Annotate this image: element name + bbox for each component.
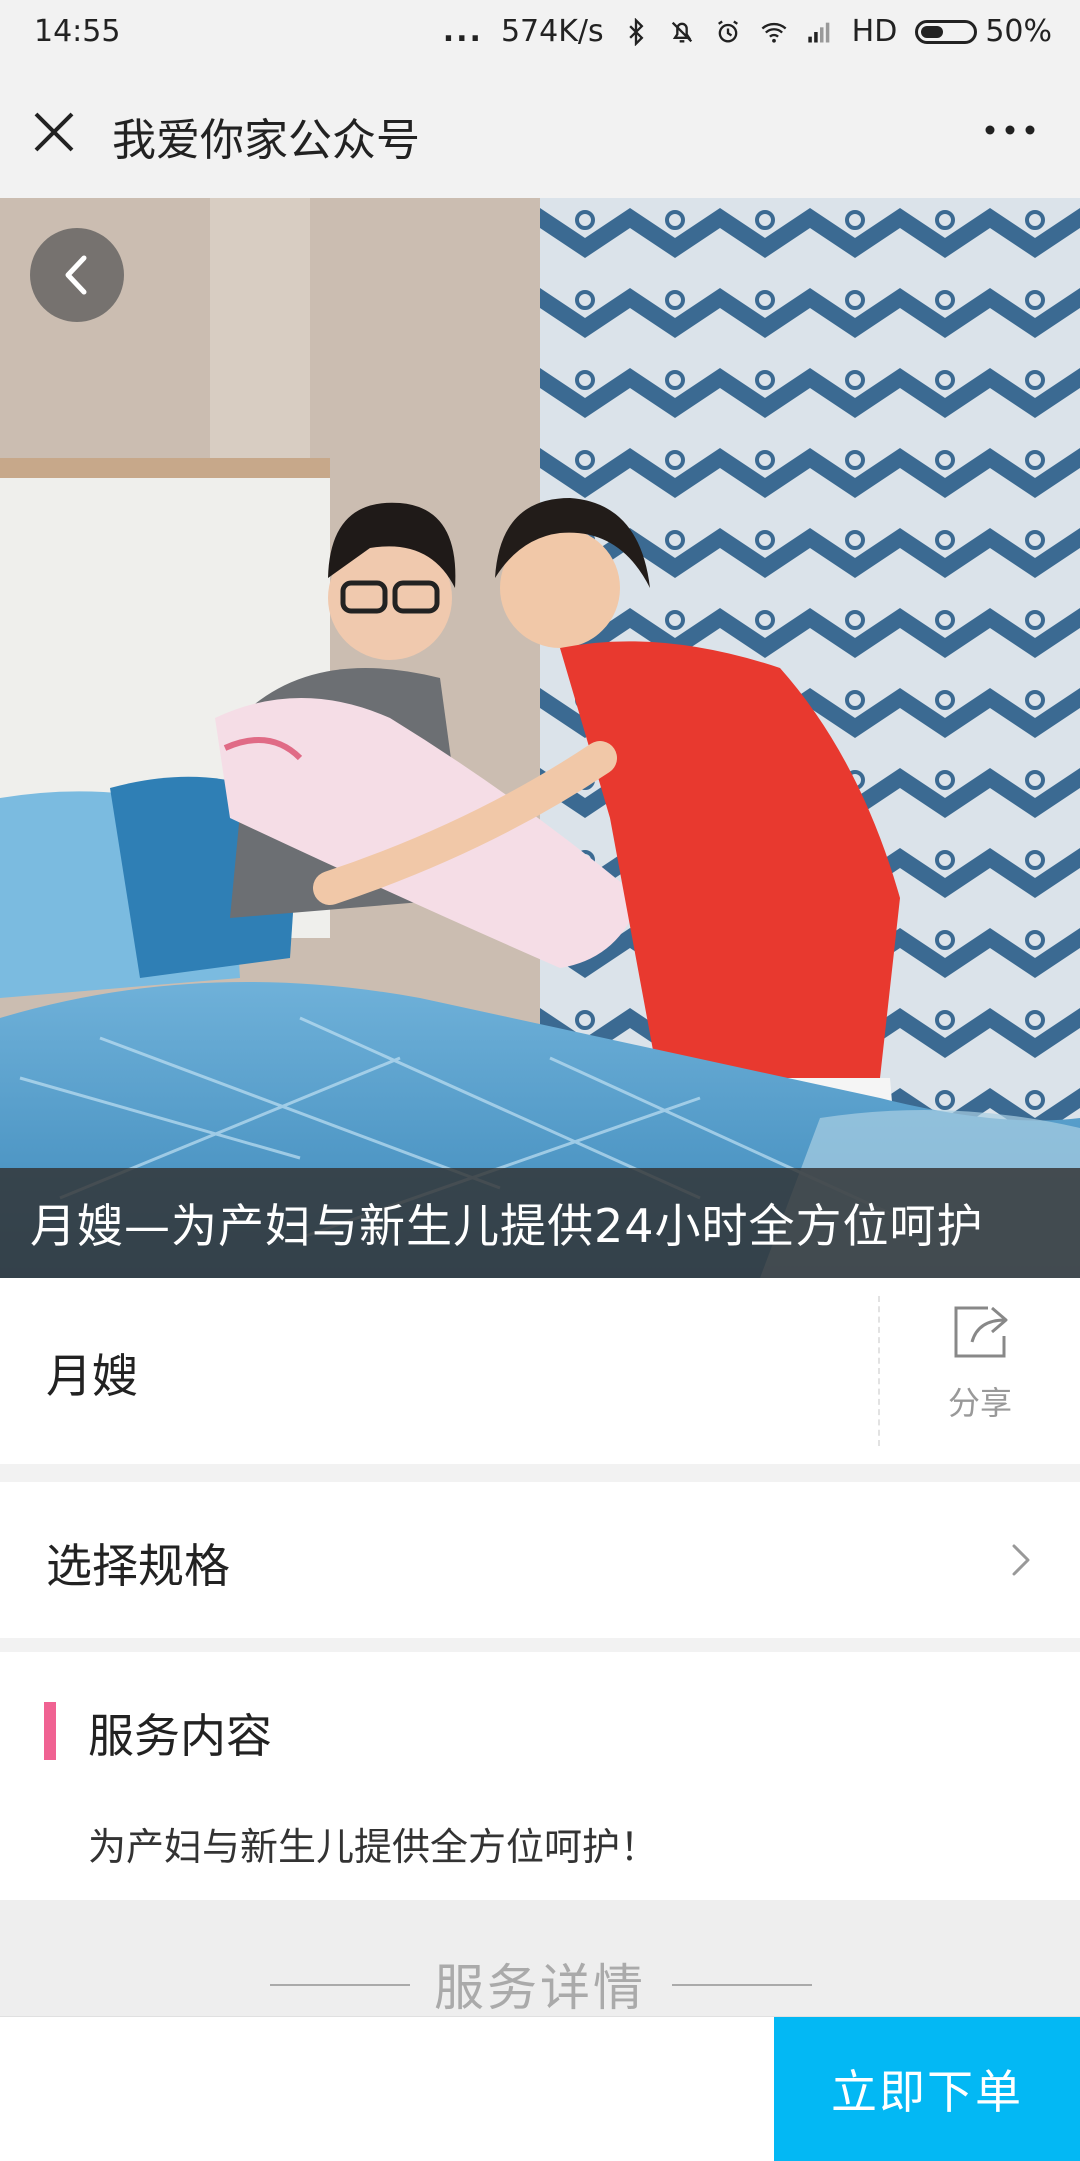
share-label: 分享	[947, 1384, 1012, 1422]
nav-bar: 我爱你家公众号	[0, 66, 1080, 199]
battery-icon	[915, 19, 978, 44]
order-now-button[interactable]: 立即下单	[774, 2017, 1080, 2161]
close-icon[interactable]	[28, 106, 80, 158]
battery-indicator: 50%	[915, 14, 1052, 49]
hero-banner: 月嫂—为产妇与新生儿提供24小时全方位呵护	[0, 198, 1080, 1278]
network-speed: 574K/s	[500, 14, 604, 49]
page-title: 我爱你家公众号	[112, 115, 420, 166]
alarm-icon	[717, 20, 738, 43]
back-button[interactable]	[30, 228, 124, 322]
section-accent-bar	[44, 1702, 56, 1760]
service-details-header: 服务详情	[0, 1900, 1080, 2018]
share-divider	[878, 1296, 880, 1446]
select-spec-row[interactable]: 选择规格	[0, 1482, 1080, 1638]
battery-fill	[921, 25, 944, 38]
share-icon	[954, 1306, 1008, 1358]
product-name: 月嫂	[46, 1349, 138, 1403]
chevron-right-icon	[1012, 1544, 1030, 1576]
chevron-left-icon	[65, 255, 87, 295]
status-icons: ... 574K/s HD 50%	[443, 14, 1052, 49]
service-content-title: 服务内容	[88, 1709, 272, 1763]
signal-icon	[807, 22, 829, 42]
hero-photo	[0, 198, 1080, 1278]
wifi-icon	[761, 22, 787, 43]
status-dots: ...	[442, 14, 483, 49]
service-details-title: 服务详情	[434, 1959, 646, 2017]
select-spec-label: 选择规格	[46, 1539, 230, 1593]
bluetooth-icon	[628, 17, 644, 46]
product-card: 月嫂 分享	[0, 1278, 1080, 1464]
bottom-action-bar: 立即下单	[0, 2016, 1080, 2161]
network-type: HD	[851, 14, 898, 49]
details-line-right	[672, 1984, 812, 1986]
mute-icon	[671, 21, 692, 42]
more-dots-icon[interactable]	[980, 110, 1040, 150]
service-content-section: 服务内容 为产妇与新生儿提供全方位呵护！	[0, 1652, 1080, 1900]
status-time: 14:55	[34, 14, 121, 49]
service-content-description: 为产妇与新生儿提供全方位呵护！	[88, 1825, 659, 1869]
status-bar: 14:55 ... 574K/s HD 50%	[0, 0, 1080, 66]
hero-caption: 月嫂—为产妇与新生儿提供24小时全方位呵护	[0, 1168, 1080, 1278]
share-button[interactable]: 分享	[900, 1300, 1060, 1450]
battery-percent: 50%	[985, 14, 1052, 49]
